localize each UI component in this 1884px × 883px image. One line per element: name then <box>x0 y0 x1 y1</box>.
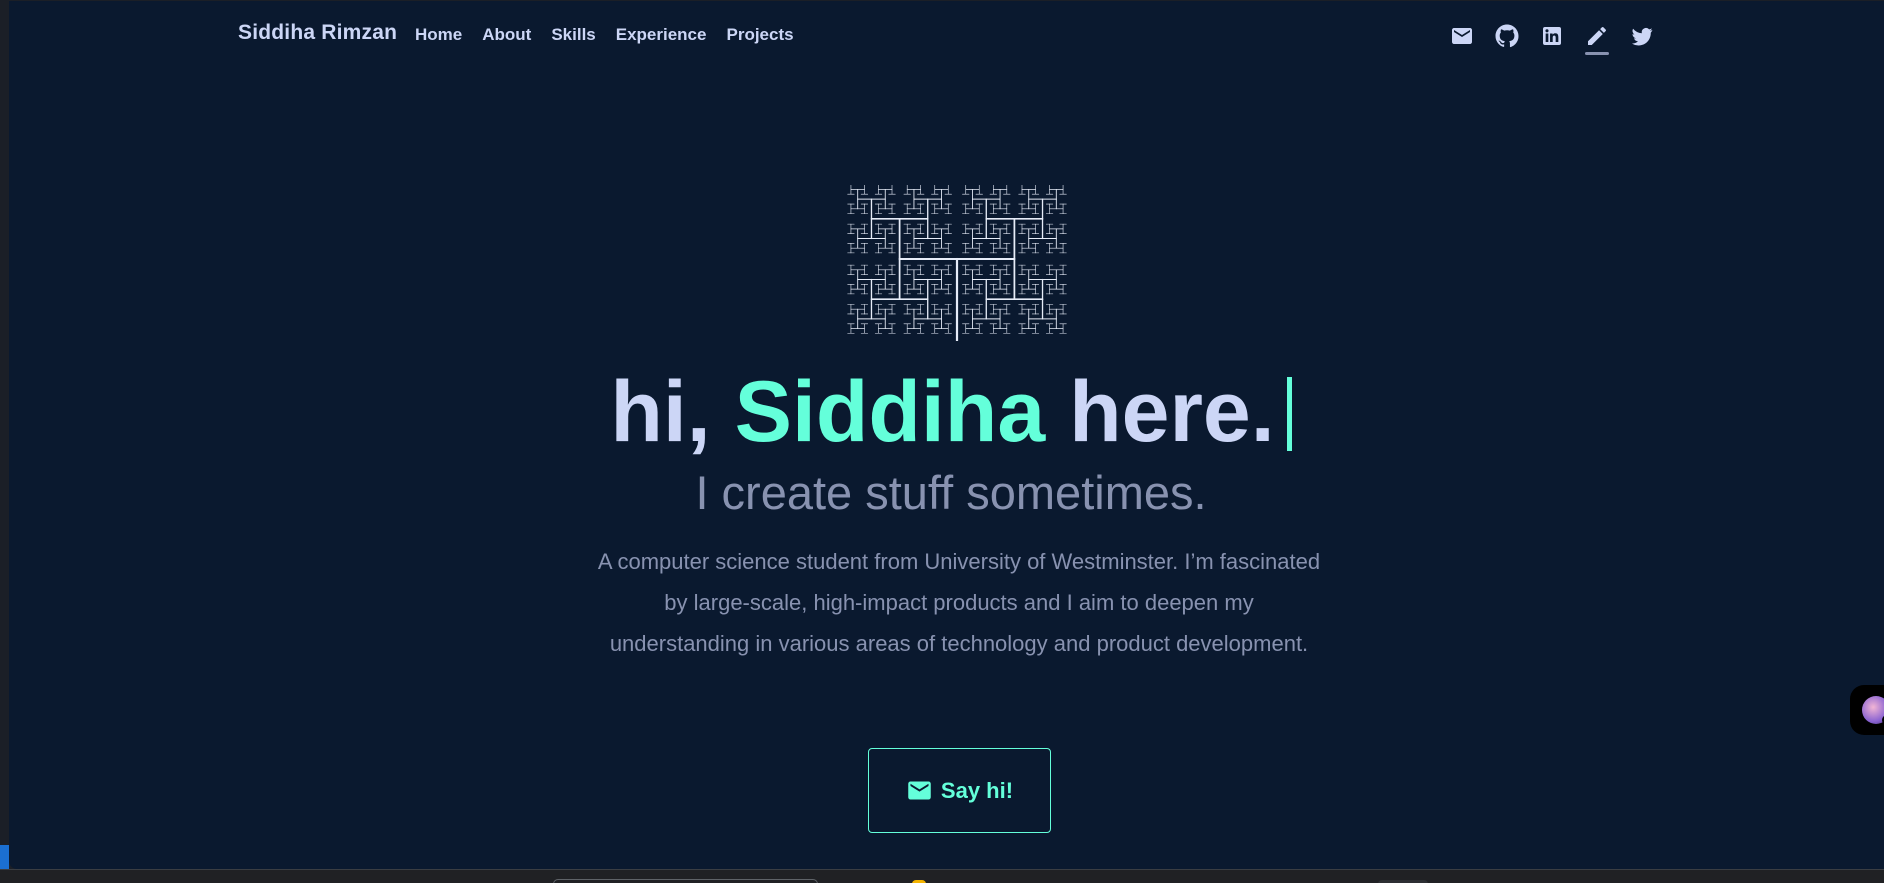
github-icon[interactable] <box>1494 23 1520 49</box>
chat-widget[interactable] <box>1850 685 1884 735</box>
nav-link-experience[interactable]: Experience <box>616 25 707 45</box>
twitter-icon[interactable] <box>1629 23 1655 49</box>
hero-tagline: I create stuff sometimes. <box>695 466 1207 519</box>
nav-link-about[interactable]: About <box>482 25 531 45</box>
mail-icon <box>908 781 931 800</box>
nav-link-home[interactable]: Home <box>415 25 462 45</box>
typing-cursor <box>1286 377 1292 451</box>
fractal-tree-logo <box>847 185 1067 341</box>
taskbar-tab[interactable] <box>553 879 818 883</box>
hero-headline: hi, Siddiha here. <box>9 357 1884 467</box>
taskbar-strip <box>0 869 1884 883</box>
hero-name: Siddiha <box>734 364 1046 460</box>
nav-link-skills[interactable]: Skills <box>551 25 595 45</box>
say-hi-label: Say hi! <box>940 777 1014 803</box>
nav-link-projects[interactable]: Projects <box>726 25 793 45</box>
hero-description: A computer science student from Universi… <box>597 549 1321 656</box>
navbar: Siddiha Rimzan Home About Skills Experie… <box>9 1 1884 69</box>
say-hi-button[interactable]: Say hi! <box>868 748 1051 833</box>
brand-name[interactable]: Siddiha Rimzan <box>238 21 397 45</box>
hero-greeting: hi, <box>610 364 711 460</box>
mail-icon[interactable] <box>1449 23 1475 49</box>
left-edge-strip <box>0 845 9 869</box>
social-icons <box>1449 23 1674 55</box>
page-viewport: Siddiha Rimzan Home About Skills Experie… <box>9 1 1884 869</box>
nav-links: Home About Skills Experience Projects <box>415 25 814 45</box>
hero-suffix: here. <box>1069 364 1275 460</box>
pen-icon[interactable] <box>1584 23 1610 55</box>
avatar <box>1862 696 1884 724</box>
linkedin-icon[interactable] <box>1539 23 1565 49</box>
